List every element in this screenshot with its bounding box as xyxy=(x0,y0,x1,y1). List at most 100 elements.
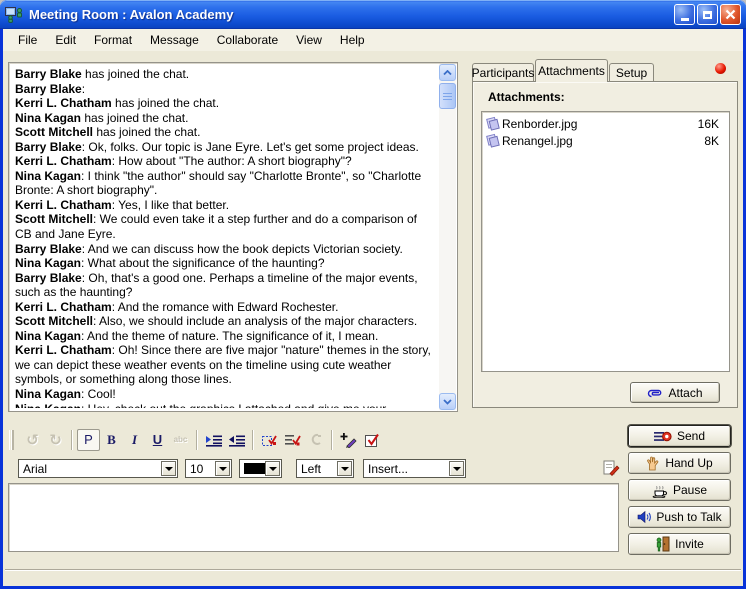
font-color-swatch xyxy=(244,463,266,474)
chat-message-text: : What about the significance of the hau… xyxy=(81,256,325,270)
menu-item-format[interactable]: Format xyxy=(85,30,141,50)
edit-message-button[interactable] xyxy=(602,459,620,477)
underline-button[interactable]: U xyxy=(146,429,169,451)
chat-message-text: : xyxy=(82,82,85,96)
dropdown-arrow-icon xyxy=(219,467,227,471)
chat-transcript[interactable]: Barry Blake has joined the chat. Barry B… xyxy=(8,62,458,412)
chevron-down-icon xyxy=(443,399,452,405)
scroll-up-button[interactable] xyxy=(439,64,456,81)
chat-message: Nina Kagan: What about the significance … xyxy=(15,256,434,271)
menu-item-collaborate[interactable]: Collaborate xyxy=(208,30,287,50)
scroll-down-button[interactable] xyxy=(439,393,456,410)
coffee-cup-icon xyxy=(652,483,668,498)
font-color-select[interactable] xyxy=(239,459,282,478)
plain-text-icon: P xyxy=(84,432,93,447)
title-bar[interactable]: Meeting Room : Avalon Academy xyxy=(0,0,746,29)
maximize-button[interactable] xyxy=(697,4,718,25)
font-color-dropdown-button[interactable] xyxy=(265,461,280,476)
chat-message-text: : Cool! xyxy=(81,387,116,401)
chat-message: Kerri L. Chatham: Yes, I like that bette… xyxy=(15,198,434,213)
plain-text-button[interactable]: P xyxy=(77,429,100,451)
insert-select[interactable]: Insert... xyxy=(363,459,466,478)
minimize-button[interactable] xyxy=(674,4,695,25)
chat-message-text: has joined the chat. xyxy=(93,125,200,139)
undo-button[interactable]: ↺ xyxy=(21,429,44,451)
formatting-toolbar: ↺ ↻ P B I U abc xyxy=(8,426,620,453)
insert-dropdown-button[interactable] xyxy=(449,461,464,476)
attachment-name: Renangel.jpg xyxy=(502,134,704,148)
spell-check-button[interactable] xyxy=(360,429,383,451)
chat-message-text: : And the theme of nature. The significa… xyxy=(81,329,378,343)
chat-sender: Barry Blake xyxy=(15,67,82,81)
message-input[interactable] xyxy=(8,483,619,552)
toolbar-separator xyxy=(71,430,73,450)
file-pages-icon xyxy=(484,116,502,131)
font-size-select[interactable]: 10 xyxy=(185,459,232,478)
menu-item-edit[interactable]: Edit xyxy=(46,30,85,50)
toolbar-grip-handle[interactable] xyxy=(9,430,17,450)
font-family-select[interactable]: Arial xyxy=(18,459,178,478)
chat-sender: Kerri L. Chatham xyxy=(15,198,112,212)
push-to-talk-button[interactable]: Push to Talk xyxy=(628,506,731,528)
invite-door-icon xyxy=(655,536,670,552)
attachments-list[interactable]: Renborder.jpg 16K Renangel.jpg 8K xyxy=(481,111,730,372)
invite-button[interactable]: Invite xyxy=(628,533,731,555)
chat-message-text: : And we can discuss how the book depict… xyxy=(82,242,403,256)
disabled-tool-button xyxy=(304,429,327,451)
chat-message-text: has joined the chat. xyxy=(82,67,189,81)
window-title: Meeting Room : Avalon Academy xyxy=(29,7,674,22)
close-button[interactable] xyxy=(720,4,741,25)
push-to-talk-button-label: Push to Talk xyxy=(656,510,721,524)
meeting-app-icon xyxy=(5,6,25,23)
font-toolbar: Arial 10 Left Insert... xyxy=(8,457,620,482)
tab-participants[interactable]: Participants xyxy=(472,63,534,82)
mark-lines-button[interactable] xyxy=(281,429,304,451)
undo-icon: ↺ xyxy=(26,431,39,449)
mark-selection-button[interactable] xyxy=(258,429,281,451)
attach-button[interactable]: Attach xyxy=(630,382,720,403)
attachment-row[interactable]: Renangel.jpg 8K xyxy=(484,132,727,149)
hand-up-button[interactable]: Hand Up xyxy=(628,452,731,474)
attachment-row[interactable]: Renborder.jpg 16K xyxy=(484,115,727,132)
decrease-indent-button[interactable] xyxy=(225,429,248,451)
alignment-dropdown-button[interactable] xyxy=(337,461,352,476)
scroll-thumb[interactable] xyxy=(439,83,456,109)
pause-button[interactable]: Pause xyxy=(628,479,731,501)
alignment-select[interactable]: Left xyxy=(296,459,354,478)
chat-message: Scott Mitchell: Also, we should include … xyxy=(15,314,434,329)
font-size-dropdown-button[interactable] xyxy=(215,461,230,476)
chat-lines: Barry Blake has joined the chat. Barry B… xyxy=(15,67,434,408)
chat-message: Nina Kagan: And the theme of nature. The… xyxy=(15,329,434,344)
chat-sender: Nina Kagan xyxy=(15,329,81,343)
redo-button[interactable]: ↻ xyxy=(44,429,67,451)
chat-message: Kerri L. Chatham has joined the chat. xyxy=(15,96,434,111)
increase-indent-button[interactable] xyxy=(202,429,225,451)
add-annotation-button[interactable] xyxy=(337,429,360,451)
menu-item-help[interactable]: Help xyxy=(331,30,374,50)
chat-sender: Barry Blake xyxy=(15,140,82,154)
chat-message: Scott Mitchell: We could even take it a … xyxy=(15,212,434,241)
menu-item-message[interactable]: Message xyxy=(141,30,208,50)
tab-attachments[interactable]: Attachments xyxy=(535,59,608,82)
font-family-dropdown-button[interactable] xyxy=(161,461,176,476)
chat-sender: Barry Blake xyxy=(15,82,82,96)
alignment-value: Left xyxy=(301,462,321,476)
toolbar-separator xyxy=(252,430,254,450)
chat-message: Nina Kagan has joined the chat. xyxy=(15,111,434,126)
chat-sender: Kerri L. Chatham xyxy=(15,154,112,168)
selection-check-icon xyxy=(261,432,278,448)
tab-setup[interactable]: Setup xyxy=(609,63,654,82)
chat-sender: Nina Kagan xyxy=(15,402,81,408)
menu-item-file[interactable]: File xyxy=(9,30,46,50)
chevron-up-icon xyxy=(443,70,452,76)
toolbar-separator xyxy=(196,430,198,450)
increase-indent-icon xyxy=(205,433,223,447)
bold-button[interactable]: B xyxy=(100,429,123,451)
chat-message: Kerri L. Chatham: How about "The author:… xyxy=(15,154,434,169)
menu-item-view[interactable]: View xyxy=(287,30,331,50)
window-controls xyxy=(674,4,741,25)
chat-scrollbar[interactable] xyxy=(439,64,456,410)
send-button[interactable]: Send xyxy=(628,425,731,447)
pen-plus-icon xyxy=(340,432,357,448)
italic-button[interactable]: I xyxy=(123,429,146,451)
